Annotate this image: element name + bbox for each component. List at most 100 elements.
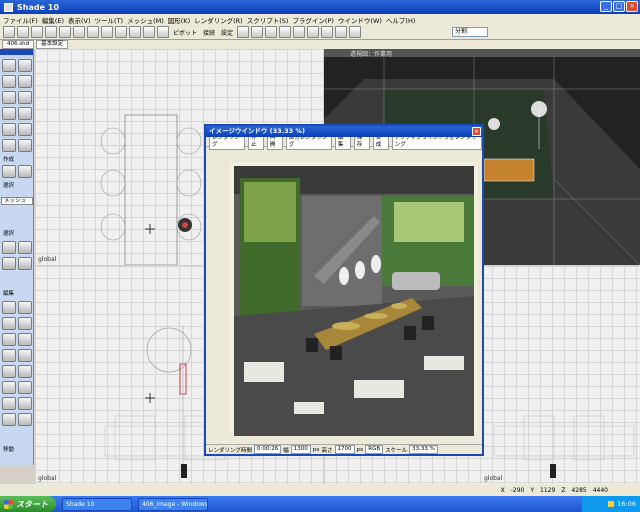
tool-icon[interactable] (2, 75, 16, 88)
tool-icon[interactable] (2, 107, 16, 120)
tool-icon[interactable] (18, 301, 32, 314)
menu-script[interactable]: スクリプト(S) (247, 15, 289, 25)
menu-shape[interactable]: 図形(K) (168, 15, 190, 25)
toolbar-button[interactable] (237, 26, 250, 38)
toolbar-button[interactable] (335, 26, 348, 38)
tool-icon[interactable] (18, 333, 32, 346)
tool-icon[interactable] (18, 91, 32, 104)
section-edit[interactable]: 編集 (3, 289, 14, 297)
toolbar-button[interactable] (307, 26, 320, 38)
toolbar-button[interactable] (101, 26, 113, 38)
maximize-button[interactable]: □ (613, 1, 625, 12)
tool-icon[interactable] (2, 397, 16, 410)
height-value[interactable]: 1700 (334, 445, 355, 454)
toolbar-button[interactable] (251, 26, 264, 38)
toolbar-button[interactable] (157, 26, 169, 38)
tool-icon[interactable] (18, 75, 32, 88)
doc-tab-file[interactable]: 406.shd (2, 40, 35, 49)
tool-icon[interactable] (18, 317, 32, 330)
toolbar-button[interactable] (45, 26, 57, 38)
toolbar-button[interactable] (73, 26, 85, 38)
tool-icon[interactable] (18, 381, 32, 394)
tool-icon[interactable] (18, 397, 32, 410)
color-mode-select[interactable]: RGB (365, 445, 384, 454)
toolbar-button[interactable] (59, 26, 71, 38)
section-select[interactable]: 選択 (3, 181, 14, 189)
tool-icon[interactable] (2, 333, 16, 346)
tool-icon[interactable] (18, 59, 32, 72)
tool-icon[interactable] (2, 301, 16, 314)
coord-y-value: 1129 (540, 486, 556, 494)
menu-edit[interactable]: 編集(E) (42, 15, 64, 25)
toolbar-button[interactable] (129, 26, 141, 38)
image-window[interactable]: イメージウインドウ (33.33 %) × レンダリング 停止 再開 部分レンダ… (204, 124, 484, 456)
toolbar-button[interactable] (143, 26, 155, 38)
toolbar-button[interactable] (349, 26, 362, 38)
pivot-label[interactable]: ピボット (173, 28, 197, 37)
tool-icon[interactable] (2, 139, 16, 152)
section-move[interactable]: 移動 (3, 445, 14, 453)
taskbar-item-image[interactable]: 406_image - Windows... (138, 497, 208, 511)
image-window-titlebar[interactable]: イメージウインドウ (33.33 %) × (206, 126, 482, 137)
section-select-2[interactable]: 選択 (3, 229, 14, 237)
menu-view[interactable]: 表示(V) (68, 15, 91, 25)
coord-y-label: Y (530, 486, 535, 494)
toolbar-button[interactable] (115, 26, 127, 38)
width-unit: px (312, 446, 320, 453)
close-button[interactable]: × (626, 1, 638, 12)
doc-tab-settings[interactable]: 基本設定 (36, 40, 69, 49)
toolbar-button[interactable] (3, 26, 15, 38)
section-create[interactable]: 作成 (3, 155, 14, 163)
attach-label[interactable]: 接続 (203, 28, 215, 37)
tool-icon[interactable] (2, 241, 16, 254)
tray-icon[interactable] (608, 501, 615, 507)
taskbar-item-shade[interactable]: Shade 10 (62, 497, 132, 511)
toolbar-button[interactable] (293, 26, 306, 38)
menu-file[interactable]: ファイル(F) (3, 15, 38, 25)
menu-render[interactable]: レンダリング(R) (194, 15, 243, 25)
close-icon[interactable]: × (472, 127, 481, 136)
tool-icon[interactable] (18, 257, 32, 270)
tool-icon[interactable] (2, 59, 16, 72)
section-mesh[interactable]: メッシュ (1, 197, 33, 205)
tool-icon[interactable] (18, 241, 32, 254)
tool-icon[interactable] (18, 107, 32, 120)
menu-mesh[interactable]: メッシュ(M) (127, 15, 164, 25)
width-value[interactable]: 1300 (290, 445, 311, 454)
minimize-button[interactable]: _ (600, 1, 612, 12)
tool-icon[interactable] (18, 139, 32, 152)
tool-icon[interactable] (2, 317, 16, 330)
toolbar-button[interactable] (279, 26, 292, 38)
tool-icon[interactable] (2, 349, 16, 362)
toolbar-button[interactable] (17, 26, 29, 38)
viewport-label: global (38, 475, 57, 482)
tool-icon[interactable] (2, 381, 16, 394)
tool-icon[interactable] (2, 413, 16, 426)
tool-icon[interactable] (2, 91, 16, 104)
toolbar-button[interactable] (265, 26, 278, 38)
tool-icon[interactable] (2, 123, 16, 136)
scale-select[interactable]: 33.33 % (409, 445, 438, 454)
toolbar-button[interactable] (87, 26, 99, 38)
menu-window[interactable]: ウインドウ(W) (338, 15, 382, 25)
split-select[interactable]: 分割 (452, 27, 488, 37)
tool-icon[interactable] (18, 349, 32, 362)
tool-icon[interactable] (18, 413, 32, 426)
tool-icon[interactable] (18, 365, 32, 378)
menu-tool[interactable]: ツール(T) (95, 15, 124, 25)
start-button[interactable]: スタート (0, 496, 56, 512)
app-icon (4, 2, 13, 12)
toolbar-button[interactable] (321, 26, 334, 38)
tool-icon[interactable] (18, 165, 32, 178)
toolbar-button[interactable] (31, 26, 43, 38)
tool-icon[interactable] (18, 123, 32, 136)
document-tabs: 406.shd 基本設定 (0, 40, 640, 49)
menu-plugin[interactable]: プラグイン(P) (292, 15, 334, 25)
tool-icon[interactable] (2, 365, 16, 378)
coord-z-value: 4285 (571, 486, 587, 494)
height-unit: px (356, 446, 364, 453)
tool-icon[interactable] (2, 165, 16, 178)
tool-icon[interactable] (2, 257, 16, 270)
settings-label[interactable]: 設定 (221, 28, 233, 37)
menu-help[interactable]: ヘルプ(H) (386, 15, 415, 25)
